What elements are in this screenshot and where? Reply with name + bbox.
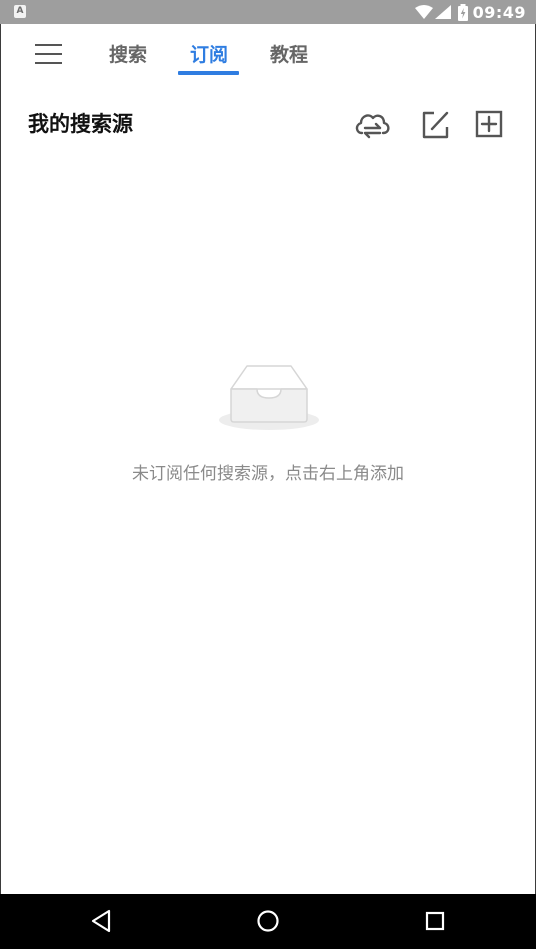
notification-badge: A xyxy=(14,5,26,18)
empty-inbox-icon xyxy=(219,365,319,430)
tab-tutorial[interactable]: 教程 xyxy=(270,42,308,68)
status-bar: A 09:49 xyxy=(0,0,536,24)
menu-icon[interactable] xyxy=(35,44,63,66)
add-icon xyxy=(475,110,503,138)
empty-state-message: 未订阅任何搜索源，点击右上角添加 xyxy=(132,464,404,484)
tab-subscribe[interactable]: 订阅 xyxy=(190,42,228,68)
app-content: 搜索 订阅 教程 我的搜索源 未订阅任何搜索源，点击右上角添加 xyxy=(0,24,536,894)
navigation-bar xyxy=(0,894,536,949)
recents-icon xyxy=(425,911,445,931)
wifi-icon xyxy=(414,5,433,19)
edit-button[interactable] xyxy=(421,106,451,140)
edit-icon xyxy=(422,111,449,139)
status-icons: 09:49 xyxy=(414,0,526,24)
add-button[interactable] xyxy=(475,106,505,140)
recents-button[interactable] xyxy=(423,908,447,934)
empty-state-illustration xyxy=(217,362,321,438)
battery-icon xyxy=(457,3,468,21)
active-tab-indicator xyxy=(178,71,239,75)
signal-icon xyxy=(434,5,451,19)
home-button[interactable] xyxy=(256,908,280,934)
cloud-sync-icon xyxy=(355,114,390,139)
tab-search[interactable]: 搜索 xyxy=(109,42,147,68)
cloud-sync-button[interactable] xyxy=(353,106,391,142)
home-icon xyxy=(257,910,279,932)
back-button[interactable] xyxy=(89,908,113,934)
status-time: 09:49 xyxy=(472,2,526,22)
back-icon xyxy=(91,909,111,933)
section-title: 我的搜索源 xyxy=(28,112,133,136)
